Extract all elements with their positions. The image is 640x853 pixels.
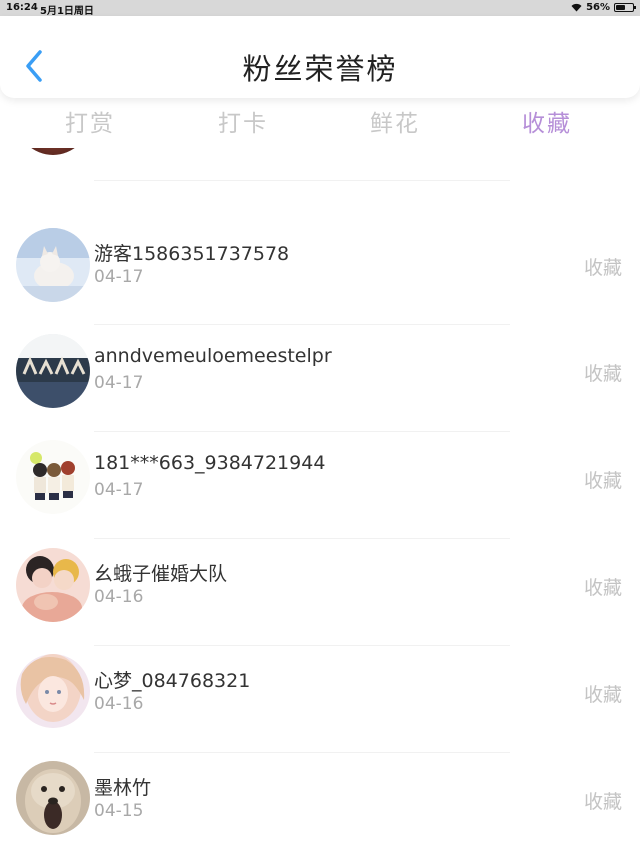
favorite-label: 收藏 bbox=[583, 684, 622, 706]
item-date: 04-17 bbox=[94, 267, 144, 287]
wifi-icon bbox=[571, 3, 582, 12]
fan-list: 04-19 游客1586351737578 04-17 收藏 bbox=[0, 148, 640, 853]
status-bar: 16:24 5月1日周日 56% bbox=[0, 0, 640, 17]
item-date: 04-15 bbox=[94, 801, 144, 821]
item-date: 04-17 bbox=[94, 373, 144, 393]
item-username: 心梦_084768321 bbox=[94, 670, 251, 692]
item-username: anndvemeuloemeestelpr bbox=[94, 345, 332, 367]
favorite-label: 收藏 bbox=[583, 577, 622, 599]
battery-percent: 56% bbox=[586, 2, 610, 13]
item-username: 幺蛾子催婚大队 bbox=[94, 563, 228, 585]
tab-bar: 打赏 打卡 鲜花 收藏 bbox=[0, 104, 640, 144]
avatar bbox=[16, 334, 90, 408]
list-item[interactable]: 幺蛾子催婚大队 04-16 收藏 bbox=[0, 539, 640, 646]
tab-checkin[interactable]: 打卡 bbox=[183, 104, 303, 138]
item-username: 游客1586351737578 bbox=[94, 243, 290, 265]
list-item[interactable]: 墨林竹 04-15 收藏 bbox=[0, 753, 640, 853]
header: 粉丝荣誉榜 bbox=[0, 16, 640, 98]
avatar bbox=[16, 654, 90, 728]
item-date: 04-16 bbox=[94, 587, 144, 607]
list-item[interactable]: 04-19 bbox=[0, 148, 640, 181]
avatar bbox=[16, 148, 90, 155]
favorite-label: 收藏 bbox=[583, 363, 622, 385]
battery-icon bbox=[614, 3, 636, 12]
avatar bbox=[16, 440, 90, 514]
tab-reward[interactable]: 打赏 bbox=[30, 104, 150, 138]
page-title: 粉丝荣誉榜 bbox=[242, 52, 398, 86]
favorite-label: 收藏 bbox=[583, 791, 622, 813]
item-username: 墨林竹 bbox=[94, 777, 152, 799]
status-date: 5月1日周日 bbox=[40, 6, 94, 17]
item-username: 181***663_9384721944 bbox=[94, 452, 326, 474]
list-item[interactable]: 181***663_9384721944 04-17 收藏 bbox=[0, 432, 640, 539]
item-date: 04-17 bbox=[94, 480, 144, 500]
avatar bbox=[16, 761, 90, 835]
tab-favorites[interactable]: 收藏 bbox=[487, 104, 607, 138]
status-time: 16:24 bbox=[6, 2, 38, 13]
status-right: 56% bbox=[571, 2, 636, 13]
avatar bbox=[16, 228, 90, 302]
favorite-label: 收藏 bbox=[583, 470, 622, 492]
list-item[interactable]: anndvemeuloemeestelpr 04-17 收藏 bbox=[0, 325, 640, 432]
favorite-label: 收藏 bbox=[583, 257, 622, 279]
avatar bbox=[16, 548, 90, 622]
list-item[interactable]: 心梦_084768321 04-16 收藏 bbox=[0, 646, 640, 753]
item-date: 04-16 bbox=[94, 694, 144, 714]
tab-flowers[interactable]: 鲜花 bbox=[335, 104, 455, 138]
list-item[interactable]: 游客1586351737578 04-17 收藏 bbox=[0, 218, 640, 325]
